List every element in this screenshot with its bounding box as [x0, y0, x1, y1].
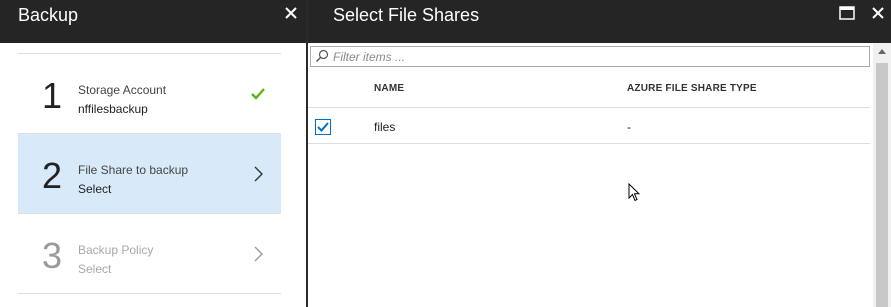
vertical-scrollbar[interactable] — [873, 43, 891, 307]
filter-input[interactable] — [333, 48, 863, 65]
step-file-share[interactable]: 2 File Share to backup Select — [18, 134, 281, 214]
select-file-shares-blade: Select File Shares NAME AZURE FILE SHA — [308, 0, 891, 307]
step-number: 2 — [42, 155, 63, 196]
scroll-up-icon[interactable] — [873, 43, 891, 61]
check-icon — [250, 86, 266, 102]
step-backup-policy[interactable]: 3 Backup Policy Select — [18, 214, 281, 294]
step-title: Backup Policy — [78, 243, 154, 257]
table-row[interactable]: files - — [308, 108, 870, 144]
scrollbar-thumb[interactable] — [876, 63, 888, 307]
file-shares-grid: NAME AZURE FILE SHARE TYPE files - — [308, 70, 870, 144]
step-storage-account[interactable]: 1 Storage Account nffilesbackup — [18, 54, 281, 134]
wizard-steps: 1 Storage Account nffilesbackup 2 File S… — [18, 53, 281, 294]
step-title: Storage Account — [78, 83, 167, 97]
column-header-name[interactable]: NAME — [374, 83, 404, 94]
close-icon[interactable] — [870, 5, 886, 21]
search-icon — [315, 49, 329, 63]
filter-box[interactable] — [310, 46, 870, 67]
cell-name: files — [374, 120, 396, 134]
chevron-right-icon — [250, 246, 266, 262]
maximize-icon[interactable] — [839, 6, 855, 20]
step-subtitle: nffilesbackup — [78, 102, 148, 116]
step-subtitle: Select — [78, 182, 112, 196]
backup-blade-header: Backup — [0, 0, 306, 43]
step-subtitle: Select — [78, 262, 112, 276]
step-number: 3 — [42, 235, 63, 276]
file-shares-blade-title: Select File Shares — [333, 5, 480, 25]
close-icon[interactable] — [282, 4, 300, 22]
step-number: 1 — [42, 75, 63, 116]
row-checkbox[interactable] — [315, 119, 331, 135]
step-title: File Share to backup — [78, 163, 189, 177]
mouse-pointer-icon — [628, 182, 641, 202]
backup-blade: Backup 1 Storage Account nffilesbackup 2… — [0, 0, 306, 307]
column-header-type[interactable]: AZURE FILE SHARE TYPE — [627, 83, 757, 94]
backup-blade-title: Backup — [18, 5, 79, 25]
cell-type: - — [627, 120, 631, 134]
grid-header: NAME AZURE FILE SHARE TYPE — [308, 70, 870, 108]
chevron-right-icon — [250, 166, 266, 182]
file-shares-blade-header: Select File Shares — [308, 0, 891, 43]
